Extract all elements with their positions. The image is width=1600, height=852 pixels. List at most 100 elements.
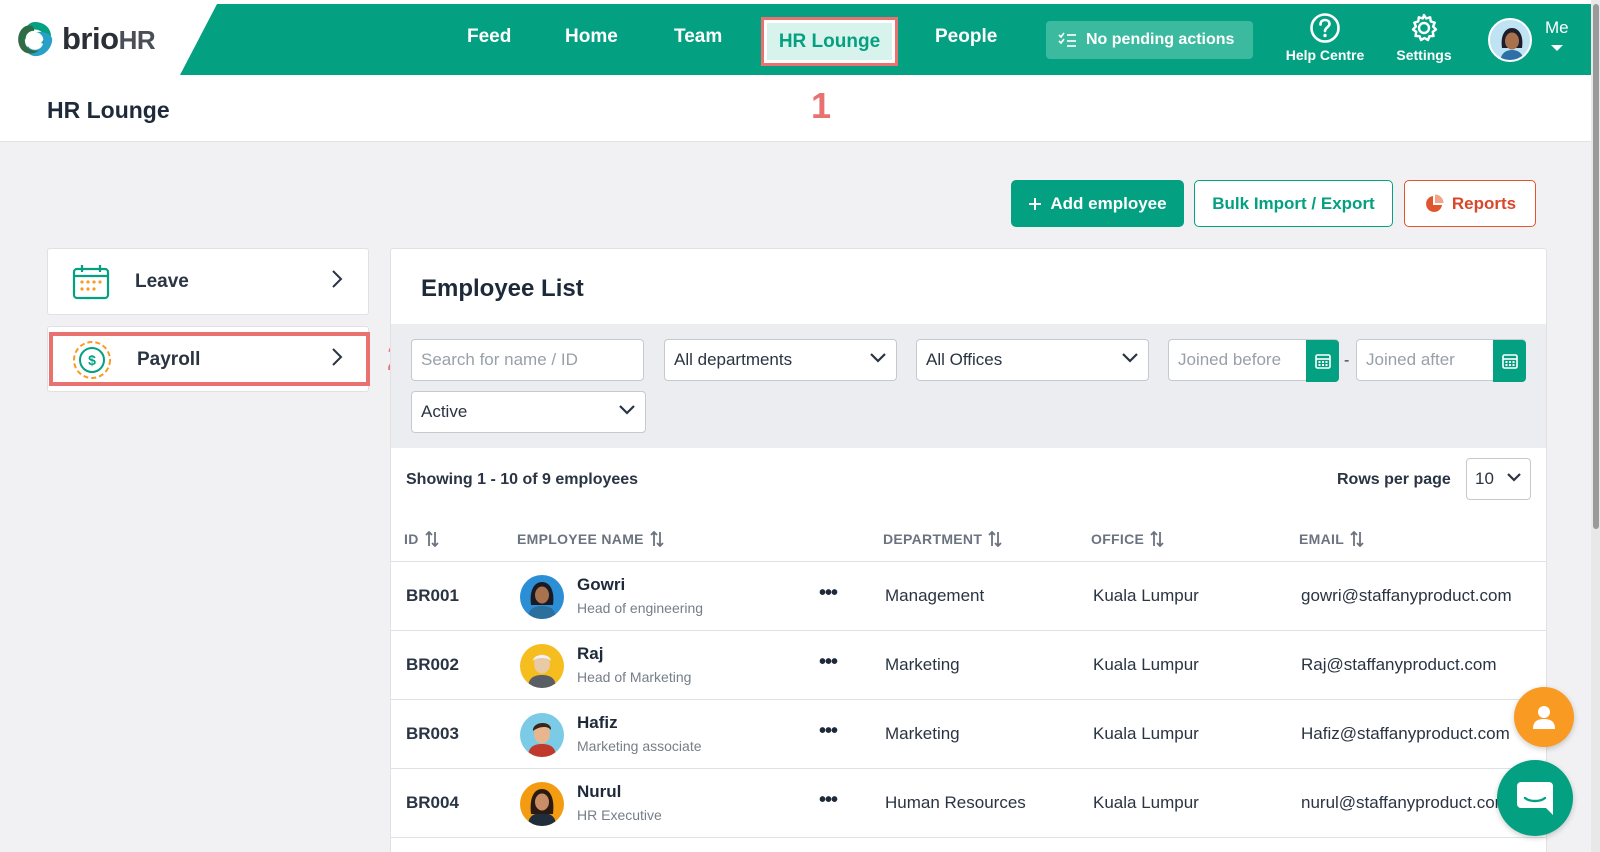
employee-office: Kuala Lumpur [1093, 586, 1199, 605]
row-divider [391, 837, 1546, 838]
employee-name[interactable]: Raj [577, 644, 603, 664]
nav-hr-lounge[interactable]: HR Lounge [767, 23, 892, 60]
column-header-department[interactable]: DEPARTMENT [883, 531, 1002, 547]
sidebar-item-leave-label: Leave [135, 270, 189, 292]
bulk-import-export-button[interactable]: Bulk Import / Export [1194, 180, 1393, 227]
joined-before-calendar-button[interactable] [1306, 340, 1339, 382]
column-header-office-label: OFFICE [1091, 531, 1145, 547]
filter-bar: Search for name / ID All departments All… [391, 324, 1546, 448]
column-header-email[interactable]: EMAIL [1299, 531, 1364, 547]
employee-role: Marketing associate [577, 738, 702, 754]
joined-after-calendar-button[interactable] [1493, 340, 1526, 382]
row-more-menu[interactable]: ••• [819, 582, 838, 605]
showing-count: Showing 1 - 10 of 9 employees [406, 471, 639, 488]
reports-label: Reports [1451, 193, 1517, 213]
joined-before-input[interactable]: Joined before [1168, 339, 1339, 382]
employee-role: Head of Marketing [577, 669, 692, 685]
employee-name[interactable]: Gowri [577, 575, 625, 595]
sort-icon [1350, 531, 1364, 547]
help-centre-button[interactable]: Help Centre [1282, 12, 1368, 63]
rows-per-page-select[interactable]: 10 [1466, 458, 1531, 500]
joined-after-placeholder: Joined after [1366, 350, 1455, 369]
me-menu[interactable]: Me [1545, 18, 1569, 58]
chevron-down-icon [619, 405, 635, 415]
chevron-down-icon [1122, 353, 1138, 363]
row-more-menu[interactable]: ••• [819, 651, 838, 674]
page-title: HR Lounge [47, 97, 170, 123]
table-row[interactable]: BR001 Gowri Head of engineering ••• Mana… [391, 562, 1546, 630]
employee-role: HR Executive [577, 807, 662, 823]
joined-after-input[interactable]: Joined after [1356, 339, 1526, 382]
table-row[interactable]: BR002 Raj Head of Marketing ••• Marketin… [391, 631, 1546, 699]
column-header-id-label: ID [404, 531, 419, 547]
help-centre-label: Help Centre [1285, 47, 1365, 63]
plus-icon [1029, 197, 1042, 210]
sidebar-card-leave: Leave [47, 248, 369, 315]
nav-feed[interactable]: Feed [467, 26, 511, 48]
add-employee-button[interactable]: Add employee [1011, 180, 1184, 227]
me-label: Me [1545, 18, 1569, 37]
reports-button[interactable]: Reports [1404, 180, 1536, 227]
page-scrollbar-thumb[interactable] [1593, 4, 1599, 529]
employee-email: Hafiz@staffanyproduct.com [1301, 724, 1510, 743]
column-header-email-label: EMAIL [1299, 531, 1345, 547]
rows-per-page-value: 10 [1475, 469, 1494, 488]
employee-office: Kuala Lumpur [1093, 655, 1199, 674]
department-select-value: All departments [674, 350, 793, 369]
employee-id: BR002 [406, 655, 459, 674]
sort-icon [988, 531, 1002, 547]
payroll-highlight-box [49, 332, 370, 386]
office-select[interactable]: All Offices [916, 339, 1149, 381]
calendar-icon [1314, 354, 1331, 369]
table-row[interactable]: BR004 Nurul HR Executive ••• Human Resou… [391, 769, 1546, 837]
checklist-icon [1058, 32, 1076, 47]
sort-icon [424, 531, 439, 547]
nav-team[interactable]: Team [674, 26, 722, 48]
sidebar-item-leave[interactable]: Leave [48, 249, 368, 314]
status-select[interactable]: Active [411, 391, 646, 433]
briohr-logo[interactable]: brioHR [14, 18, 156, 60]
employee-name[interactable]: Nurul [577, 782, 621, 802]
search-input[interactable]: Search for name / ID [411, 339, 644, 381]
column-header-name-label: EMPLOYEE NAME [517, 531, 644, 547]
chevron-down-icon [1507, 473, 1521, 482]
employee-role: Head of engineering [577, 600, 704, 616]
column-header-department-label: DEPARTMENT [883, 531, 983, 547]
nav-home[interactable]: Home [565, 26, 618, 48]
sort-icon [650, 531, 664, 547]
briohr-logo-icon [18, 22, 53, 57]
row-more-menu[interactable]: ••• [819, 720, 838, 743]
column-header-name[interactable]: EMPLOYEE NAME [517, 531, 664, 547]
pending-actions-button[interactable]: No pending actions [1046, 21, 1253, 59]
row-more-menu[interactable]: ••• [819, 789, 838, 812]
user-avatar[interactable] [1488, 18, 1532, 62]
employee-name[interactable]: Hafiz [577, 713, 618, 733]
avatar-illustration [520, 713, 564, 757]
employee-id: BR003 [406, 724, 459, 743]
logo-brio-text: brio [62, 21, 119, 56]
nav-people[interactable]: People [935, 26, 997, 48]
department-select[interactable]: All departments [664, 339, 897, 381]
employee-id: BR004 [406, 793, 459, 812]
employee-avatar [520, 644, 564, 688]
employee-email: nurul@staffanyproduct.com [1301, 793, 1509, 812]
employee-email: gowri@staffanyproduct.com [1301, 586, 1512, 605]
employee-avatar [520, 782, 564, 826]
settings-button[interactable]: Settings [1392, 12, 1456, 63]
add-employee-label: Add employee [1050, 193, 1167, 213]
chat-bubble-icon [1517, 782, 1553, 815]
avatar-illustration [520, 575, 564, 619]
table-row[interactable]: BR003 Hafiz Marketing associate ••• Mark… [391, 700, 1546, 768]
avatar-illustration [520, 644, 564, 688]
employee-avatar [520, 575, 564, 619]
column-header-office[interactable]: OFFICE [1091, 531, 1164, 547]
employee-id: BR001 [406, 586, 459, 605]
page-header: HR Lounge [0, 75, 1591, 142]
date-range-separator: - [1344, 352, 1350, 369]
calendar-icon [72, 264, 110, 299]
people-fab-button[interactable] [1514, 687, 1574, 747]
chat-support-button[interactable] [1497, 760, 1573, 836]
column-header-id[interactable]: ID [404, 531, 439, 547]
office-select-value: All Offices [926, 350, 1003, 369]
person-icon [1533, 706, 1555, 729]
